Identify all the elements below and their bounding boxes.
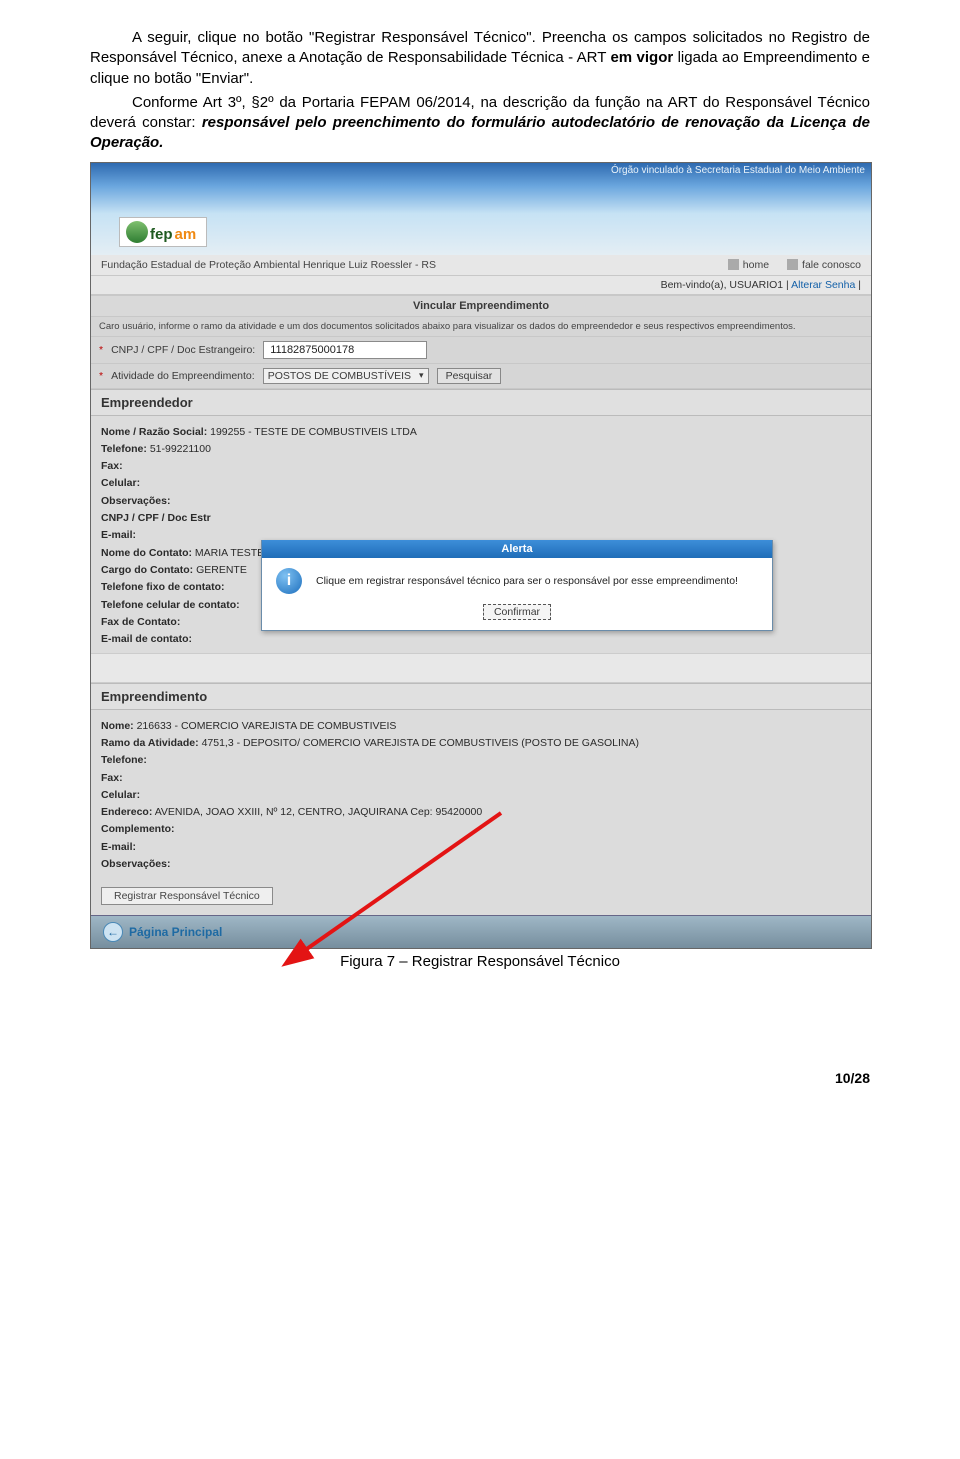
section-title: Vincular Empreendimento <box>91 295 871 317</box>
gap-band <box>91 653 871 683</box>
alert-message: Clique em registrar responsável técnico … <box>316 575 738 587</box>
p2-text-b: responsável pelo preenchimento do formul… <box>90 114 870 151</box>
home-icon <box>728 259 739 270</box>
cnpj-label: CNPJ / CPF / Doc Estrangeiro: <box>111 344 255 356</box>
row-cnpj: * CNPJ / CPF / Doc Estrangeiro: 11182875… <box>91 337 871 364</box>
fepam-logo-box: fepam <box>119 217 207 247</box>
fepam-text-1: fep <box>150 226 173 243</box>
confirmar-button[interactable]: Confirmar <box>483 604 551 620</box>
panel-empreendedor-head: Empreendedor <box>91 389 871 416</box>
instruction-row: Caro usuário, informe o ramo da atividad… <box>91 317 871 337</box>
registrar-responsavel-button[interactable]: Registrar Responsável Técnico <box>101 887 273 905</box>
pagina-principal-link[interactable]: Página Principal <box>129 925 222 939</box>
nav-home-label: home <box>743 259 769 271</box>
screenshot-container: Órgão vinculado à Secretaria Estadual do… <box>90 162 872 950</box>
welcome-text: Bem-vindo(a), USUARIO1 <box>661 279 784 291</box>
footer-bar: ← Página Principal <box>91 915 871 948</box>
fepam-icon <box>126 221 148 243</box>
paragraph-2: Conforme Art 3º, §2º da Portaria FEPAM 0… <box>90 93 870 154</box>
cnpj-input[interactable]: 11182875000178 <box>263 341 427 359</box>
fundacao-text: Fundação Estadual de Proteção Ambiental … <box>101 259 436 271</box>
atividade-label: Atividade do Empreendimento: <box>111 370 255 382</box>
chevron-down-icon: ▾ <box>419 370 424 381</box>
paragraph-1: A seguir, clique no botão "Registrar Res… <box>90 28 870 89</box>
alert-dialog: Alerta i Clique em registrar responsável… <box>261 540 773 631</box>
nav-fale-label: fale conosco <box>802 259 861 271</box>
reg-btn-row: Registrar Responsável Técnico <box>91 877 871 915</box>
page-number: 10/28 <box>0 1070 870 1086</box>
nav-home[interactable]: home <box>728 259 769 271</box>
back-icon[interactable]: ← <box>103 922 123 942</box>
nav-fale-conosco[interactable]: fale conosco <box>787 259 861 271</box>
figure-caption: Figura 7 – Registrar Responsável Técnico <box>90 953 870 970</box>
alert-title: Alerta <box>262 540 772 558</box>
fundacao-bar: Fundação Estadual de Proteção Ambiental … <box>91 255 871 276</box>
atividade-value: POSTOS DE COMBUSTÍVEIS <box>268 370 411 382</box>
panel-empreendimento-body: Nome: 216633 - COMERCIO VAREJISTA DE COM… <box>91 710 871 878</box>
pesquisar-button[interactable]: Pesquisar <box>437 368 502 384</box>
row-atividade: * Atividade do Empreendimento: POSTOS DE… <box>91 364 871 389</box>
fepam-text-2: am <box>175 226 197 243</box>
panel-empreendimento-head: Empreendimento <box>91 683 871 710</box>
p1-text-b: em vigor <box>610 49 673 66</box>
info-icon: i <box>276 568 302 594</box>
site-banner: Órgão vinculado à Secretaria Estadual do… <box>91 163 871 255</box>
alterar-senha-link[interactable]: Alterar Senha <box>791 279 855 291</box>
banner-org-text: Órgão vinculado à Secretaria Estadual do… <box>611 165 865 176</box>
mail-icon <box>787 259 798 270</box>
atividade-select[interactable]: POSTOS DE COMBUSTÍVEIS ▾ <box>263 368 429 384</box>
welcome-bar: Bem-vindo(a), USUARIO1 | Alterar Senha | <box>91 276 871 295</box>
